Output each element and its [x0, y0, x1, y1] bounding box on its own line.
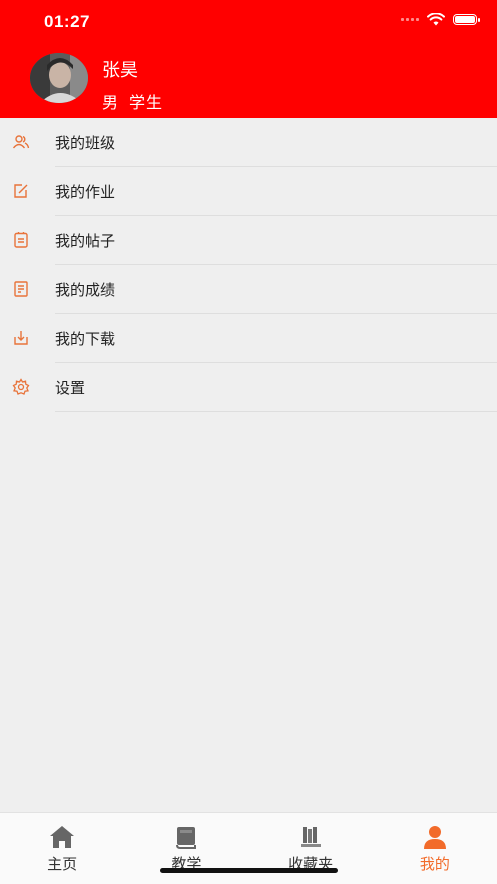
home-icon — [50, 826, 75, 848]
menu-item-homework[interactable]: 我的作业 — [0, 167, 497, 216]
user-role: 学生 — [129, 93, 164, 112]
menu-item-posts[interactable]: 我的帖子 — [0, 216, 497, 265]
bookshelf-icon — [300, 827, 321, 847]
menu-label: 设置 — [55, 379, 86, 397]
tab-home[interactable]: 主页 — [0, 813, 124, 884]
tab-label: 我的 — [419, 855, 450, 873]
document-icon — [14, 232, 28, 248]
edit-icon — [14, 184, 28, 198]
menu-item-grades[interactable]: 我的成绩 — [0, 265, 497, 314]
tab-teaching[interactable]: 教学 — [124, 813, 248, 884]
home-indicator — [160, 868, 338, 873]
signal-icon — [401, 18, 419, 21]
gear-icon — [12, 378, 30, 395]
menu-label: 我的帖子 — [55, 232, 116, 250]
menu-label: 我的作业 — [55, 183, 116, 201]
menu-item-settings[interactable]: 设置 — [0, 363, 497, 412]
person-icon — [423, 826, 446, 849]
menu-label: 我的成绩 — [55, 281, 116, 299]
tab-bar: 主页 教学 收藏夹 我的 — [0, 812, 497, 884]
report-icon — [14, 281, 28, 297]
menu-list: 我的班级 我的作业 我的帖子 我的成绩 我的下载 设置 — [0, 118, 497, 412]
tab-label: 主页 — [47, 855, 78, 873]
menu-item-downloads[interactable]: 我的下载 — [0, 314, 497, 363]
tab-favorites[interactable]: 收藏夹 — [249, 813, 373, 884]
menu-label: 我的下载 — [55, 330, 116, 348]
download-icon — [14, 331, 28, 345]
menu-item-class[interactable]: 我的班级 — [0, 118, 497, 167]
user-info: 男学生 — [102, 89, 163, 113]
status-icons — [401, 13, 480, 26]
status-time: 01:27 — [44, 12, 90, 31]
users-icon — [12, 135, 30, 149]
user-name: 张昊 — [102, 60, 138, 81]
divider — [55, 411, 497, 412]
avatar[interactable] — [30, 53, 88, 103]
wifi-icon — [427, 13, 445, 26]
book-icon — [176, 827, 197, 849]
battery-icon — [453, 14, 480, 25]
tab-mine[interactable]: 我的 — [373, 813, 497, 884]
profile-header: 01:27 张昊 男学生 — [0, 0, 497, 118]
user-gender: 男 — [102, 93, 120, 112]
menu-label: 我的班级 — [55, 134, 116, 152]
